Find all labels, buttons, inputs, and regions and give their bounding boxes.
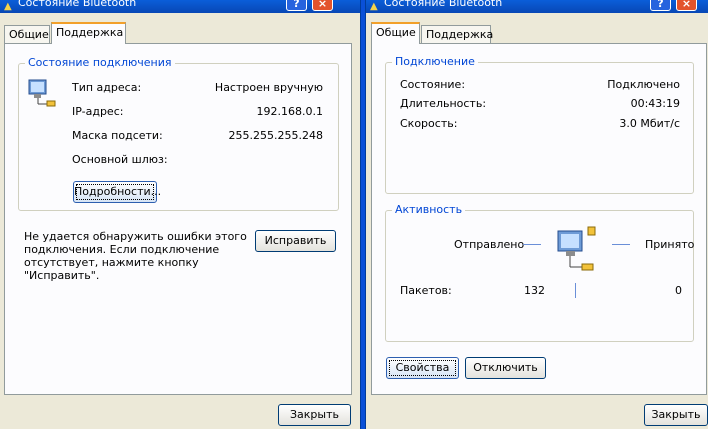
packets-sent-value: 132: [524, 284, 545, 297]
help-button[interactable]: ?: [286, 0, 307, 11]
network-computers-icon: [557, 226, 596, 271]
subnet-mask-value: 255.255.255.248: [228, 129, 323, 142]
close-window-button[interactable]: ×: [676, 0, 697, 11]
sent-label: Отправлено: [454, 238, 525, 251]
duration-label: Длительность:: [400, 97, 487, 110]
help-button[interactable]: ?: [650, 0, 671, 11]
right-tab-panel: Подключение Состояние: Подключено Длител…: [371, 43, 707, 395]
repair-button[interactable]: Исправить: [255, 230, 336, 252]
address-type-value: Настроен вручную: [214, 81, 323, 94]
received-activity-line: [612, 244, 630, 245]
right-titlebar[interactable]: ▲ Состояние Bluetooth ? ×: [366, 0, 708, 13]
right-status-window: ▲ Состояние Bluetooth ? × Общие Поддержк…: [366, 0, 708, 429]
bluetooth-icon: ▲: [4, 1, 12, 12]
status-value: Подключено: [607, 78, 680, 91]
packets-received-value: 0: [675, 284, 682, 297]
close-button[interactable]: Закрыть: [278, 404, 351, 426]
received-label: Принято: [645, 238, 695, 251]
close-button[interactable]: Закрыть: [644, 404, 708, 426]
ip-address-label: IP-адрес:: [72, 105, 124, 118]
subnet-mask-label: Маска подсети:: [72, 129, 163, 142]
connection-state-title: Состояние подключения: [25, 56, 175, 69]
bluetooth-icon: ▲: [370, 1, 378, 12]
connection-state-group: Состояние подключения Тип адреса: Настро…: [18, 56, 339, 211]
tab-support[interactable]: Поддержка: [421, 25, 493, 43]
details-button[interactable]: Подробности...: [73, 181, 161, 203]
duration-value: 00:43:19: [630, 97, 680, 110]
properties-button[interactable]: Свойства: [386, 357, 459, 379]
sent-activity-line: [523, 244, 541, 245]
tab-general[interactable]: Общие: [4, 25, 50, 43]
status-label: Состояние:: [400, 78, 466, 91]
connection-group-title: Подключение: [392, 55, 478, 68]
tab-support[interactable]: Поддержка: [51, 22, 126, 44]
connection-group: Подключение Состояние: Подключено Длител…: [385, 55, 694, 194]
right-window-title: Состояние Bluetooth: [384, 0, 503, 9]
speed-label: Скорость:: [400, 117, 458, 130]
activity-group: Активность Отправлено Принято Пакетов: 1…: [385, 203, 695, 342]
repair-instructions: Не удается обнаружить ошибки этого подкл…: [24, 230, 247, 282]
default-gateway-label: Основной шлюз:: [72, 153, 168, 166]
address-type-label: Тип адреса:: [72, 81, 142, 94]
left-titlebar[interactable]: ▲ Состояние Bluetooth ? ×: [0, 0, 360, 13]
left-tab-panel: Состояние подключения Тип адреса: Настро…: [4, 43, 352, 395]
close-window-button[interactable]: ×: [312, 0, 333, 11]
left-status-window: ▲ Состояние Bluetooth ? × Общие Поддержк…: [0, 0, 360, 429]
speed-value: 3.0 Мбит/с: [619, 117, 680, 130]
tab-general[interactable]: Общие: [371, 22, 420, 44]
packets-divider: [575, 283, 576, 298]
left-window-title: Состояние Bluetooth: [18, 0, 137, 9]
disable-button[interactable]: Отключить: [465, 357, 546, 379]
packets-label: Пакетов:: [400, 284, 452, 297]
network-computers-icon: [28, 79, 56, 107]
activity-group-title: Активность: [392, 203, 466, 216]
ip-address-value: 192.168.0.1: [256, 105, 323, 118]
